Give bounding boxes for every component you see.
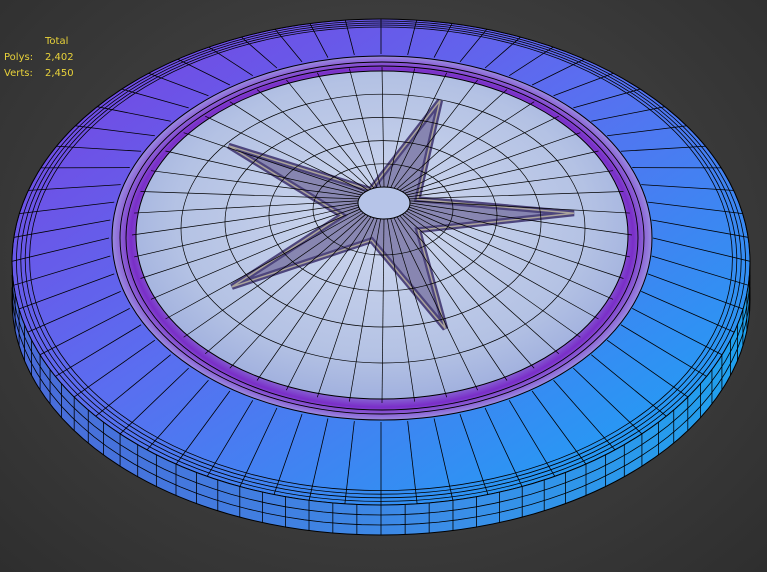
stats-verts-row: Verts: 2,450: [4, 66, 74, 82]
polys-value: 2,402: [45, 52, 74, 63]
stats-polys-row: Polys: 2,402: [4, 50, 74, 66]
polygon-statistics-overlay: Total Polys: 2,402 Verts: 2,450: [4, 34, 74, 82]
stats-header: Total: [45, 36, 69, 47]
verts-label: Verts:: [4, 68, 33, 79]
3d-viewport[interactable]: Total Polys: 2,402 Verts: 2,450: [0, 0, 767, 572]
verts-value: 2,450: [45, 68, 74, 79]
center-hub: [357, 186, 411, 220]
frisbee-wireframe-mesh[interactable]: [0, 0, 767, 572]
polys-label: Polys:: [4, 52, 34, 63]
